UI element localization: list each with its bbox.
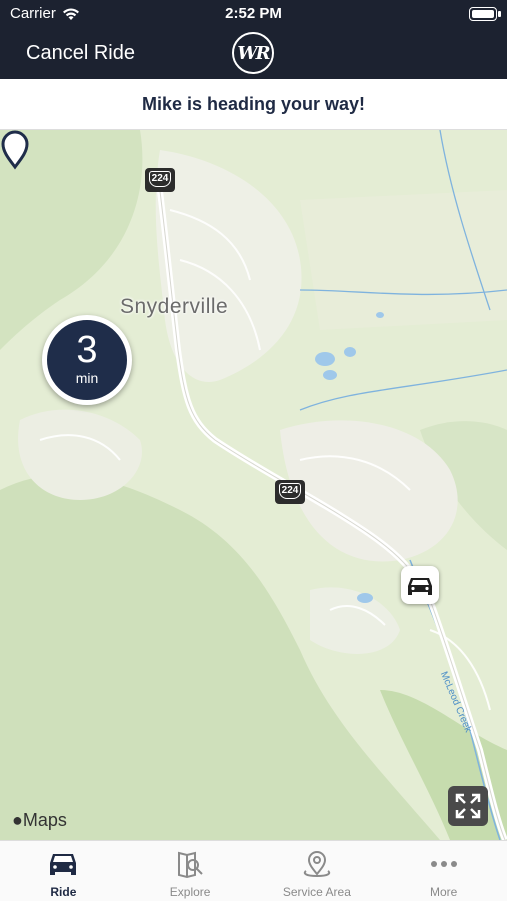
route-shield-label: 224 bbox=[148, 171, 172, 187]
expand-map-button[interactable] bbox=[448, 786, 488, 826]
tab-more[interactable]: More bbox=[380, 841, 507, 901]
tab-label: Service Area bbox=[282, 885, 351, 899]
eta-value: 3 bbox=[76, 329, 98, 371]
battery-icon bbox=[469, 7, 501, 21]
nav-bar: Cancel Ride WR bbox=[0, 28, 507, 79]
map-terrain bbox=[0, 130, 507, 840]
tab-ride[interactable]: Ride bbox=[0, 841, 127, 901]
expand-icon bbox=[455, 793, 481, 819]
tab-bar: Ride Explore Service Area More bbox=[0, 840, 507, 901]
top-header: Carrier 2:52 PM Cancel Ride WR bbox=[0, 0, 507, 79]
maps-attribution[interactable]: ●Maps bbox=[12, 810, 67, 831]
eta-unit: min bbox=[75, 370, 99, 386]
map-pin-icon bbox=[303, 851, 331, 878]
clock: 2:52 PM bbox=[225, 5, 282, 22]
driver-status-banner: Mike is heading your way! bbox=[0, 79, 507, 130]
car-icon bbox=[408, 578, 432, 595]
route-224-shield: 224 bbox=[145, 168, 175, 192]
pickup-pin-icon[interactable] bbox=[0, 130, 30, 170]
cancel-ride-button[interactable]: Cancel Ride bbox=[26, 42, 135, 65]
route-shield-label: 224 bbox=[278, 483, 302, 499]
car-icon bbox=[50, 854, 77, 875]
tab-service-area[interactable]: Service Area bbox=[254, 841, 381, 901]
tab-label: Ride bbox=[50, 885, 77, 899]
map-search-icon bbox=[178, 851, 203, 879]
brand-logo: WR bbox=[232, 32, 274, 74]
route-224-shield: 224 bbox=[275, 480, 305, 504]
maps-attribution-label: Maps bbox=[22, 810, 67, 830]
town-label: Snyderville bbox=[120, 295, 229, 318]
eta-bubble: 3 min bbox=[42, 315, 132, 405]
apple-logo-icon: ● bbox=[12, 810, 23, 830]
driver-car-marker[interactable] bbox=[401, 566, 439, 604]
tab-label: Explore bbox=[169, 885, 211, 899]
tab-explore[interactable]: Explore bbox=[127, 841, 254, 901]
tab-label: More bbox=[429, 885, 458, 899]
map-view[interactable]: 224 224 Snyderville McLeod Creek 3 min ●… bbox=[0, 130, 507, 840]
status-bar: Carrier 2:52 PM bbox=[0, 0, 507, 28]
more-dots-icon bbox=[430, 861, 457, 867]
